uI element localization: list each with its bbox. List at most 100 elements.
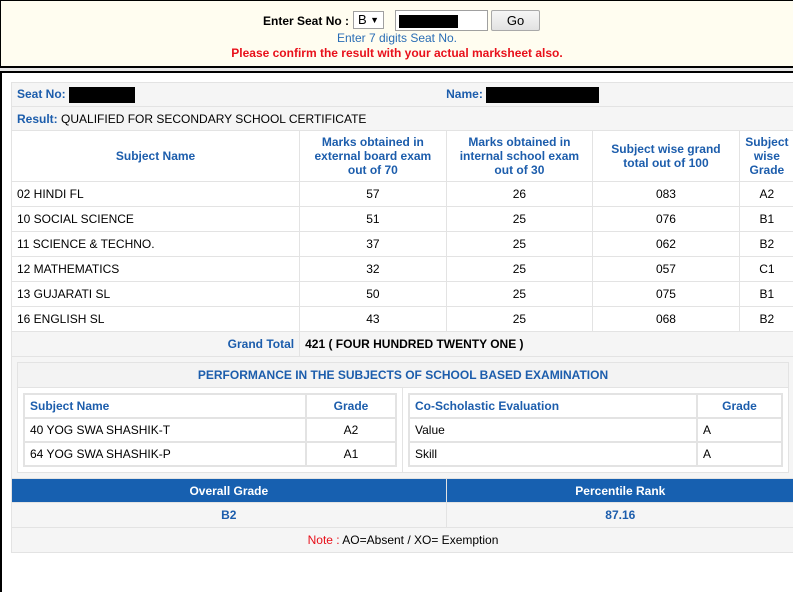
school-based-title: PERFORMANCE IN THE SUBJECTS OF SCHOOL BA… bbox=[18, 363, 788, 388]
grand-total-row: Grand Total 421 ( FOUR HUNDRED TWENTY ON… bbox=[10, 331, 793, 357]
header-grand-total: Subject wise grand total out of 100 bbox=[592, 130, 740, 182]
header-co-scholastic: Co-Scholastic Evaluation bbox=[408, 393, 698, 419]
subject-name: 02 HINDI FL bbox=[10, 181, 301, 207]
header-subject-grade: Subject wise Grade bbox=[738, 130, 793, 182]
subject-row: 16 ENGLISH SL 43 25 068 B2 bbox=[10, 306, 793, 332]
overall-grade-value: B2 bbox=[11, 502, 447, 528]
co-scholastic-name: Skill bbox=[408, 441, 698, 467]
marks-header-row: Subject Name Marks obtained in external … bbox=[10, 130, 793, 182]
seat-hint-text: Enter 7 digits Seat No. bbox=[336, 31, 458, 45]
subject-name: 12 MATHEMATICS bbox=[10, 256, 301, 282]
redacted-name-value bbox=[486, 86, 600, 103]
result-value: QUALIFIED FOR SECONDARY SCHOOL CERTIFICA… bbox=[61, 111, 367, 126]
percentile-rank-header: Percentile Rank bbox=[445, 478, 793, 503]
confirm-warning-text: Please confirm the result with your actu… bbox=[231, 46, 563, 60]
seat-search-panel: Enter Seat No : B ▼ Go Enter 7 digits Se… bbox=[0, 0, 793, 68]
subject-name: 10 SOCIAL SCIENCE bbox=[10, 206, 301, 232]
overall-value-row: B2 87.16 bbox=[11, 502, 793, 528]
total-marks: 083 bbox=[592, 181, 740, 207]
note-cell: Note : AO=Absent / XO= Exemption bbox=[11, 527, 793, 553]
co-scholastic-grade: A bbox=[696, 417, 783, 443]
school-subjects-header: Subject Name Grade bbox=[23, 393, 397, 419]
external-marks: 51 bbox=[299, 206, 447, 232]
seat-name-row: Seat No: Name: bbox=[11, 82, 793, 107]
seat-cell: Seat No: bbox=[11, 82, 447, 107]
percentile-rank-value: 87.16 bbox=[445, 502, 793, 528]
school-subjects-table: Subject Name Grade 40 YOG SWA SHASHIK-T … bbox=[23, 393, 397, 467]
subject-name: 16 ENGLISH SL bbox=[10, 306, 301, 332]
external-marks: 32 bbox=[299, 256, 447, 282]
co-scholastic-panel: Co-Scholastic Evaluation Grade Value A S… bbox=[403, 388, 788, 472]
co-scholastic-row: Value A bbox=[408, 417, 783, 443]
school-based-cell: PERFORMANCE IN THE SUBJECTS OF SCHOOL BA… bbox=[11, 356, 793, 479]
subject-name: 13 GUJARATI SL bbox=[10, 281, 301, 307]
header-school-grade: Grade bbox=[305, 393, 397, 419]
co-scholastic-name: Value bbox=[408, 417, 698, 443]
internal-marks: 25 bbox=[445, 306, 594, 332]
school-based-section: PERFORMANCE IN THE SUBJECTS OF SCHOOL BA… bbox=[17, 362, 789, 473]
total-marks: 068 bbox=[592, 306, 740, 332]
header-internal-marks: Marks obtained in internal school exam o… bbox=[445, 130, 594, 182]
name-label: Name: bbox=[446, 86, 483, 101]
seat-search-row: Enter Seat No : B ▼ Go bbox=[1, 10, 793, 32]
redacted-seat-number bbox=[399, 15, 458, 28]
subject-row: 10 SOCIAL SCIENCE 51 25 076 B1 bbox=[10, 206, 793, 232]
go-button[interactable]: Go bbox=[491, 10, 540, 31]
result-label: Result: bbox=[17, 111, 58, 126]
internal-marks: 25 bbox=[445, 281, 594, 307]
result-table: Seat No: Name: Result: QUALIFIED FOR SEC… bbox=[10, 82, 793, 553]
school-subject-row: 64 YOG SWA SHASHIK-P A1 bbox=[23, 441, 397, 467]
subject-grade: B1 bbox=[738, 206, 793, 232]
name-cell: Name: bbox=[446, 82, 793, 107]
internal-marks: 25 bbox=[445, 231, 594, 257]
school-based-tables: Subject Name Grade 40 YOG SWA SHASHIK-T … bbox=[18, 388, 788, 472]
school-subject-grade: A2 bbox=[305, 417, 397, 443]
subject-name: 11 SCIENCE & TECHNO. bbox=[10, 231, 301, 257]
co-scholastic-row: Skill A bbox=[408, 441, 783, 467]
subject-grade: C1 bbox=[738, 256, 793, 282]
dropdown-caret-icon: ▼ bbox=[370, 15, 379, 25]
co-scholastic-table: Co-Scholastic Evaluation Grade Value A S… bbox=[408, 393, 783, 467]
subject-grade: B2 bbox=[738, 306, 793, 332]
note-label: Note : bbox=[307, 533, 340, 547]
seat-series-select[interactable]: B ▼ bbox=[353, 11, 384, 29]
school-subject-row: 40 YOG SWA SHASHIK-T A2 bbox=[23, 417, 397, 443]
external-marks: 37 bbox=[299, 231, 447, 257]
subject-grade: B2 bbox=[738, 231, 793, 257]
header-co-grade: Grade bbox=[696, 393, 783, 419]
seat-label: Seat No: bbox=[17, 86, 66, 101]
subject-row: 11 SCIENCE & TECHNO. 37 25 062 B2 bbox=[10, 231, 793, 257]
total-marks: 062 bbox=[592, 231, 740, 257]
note-row: Note : AO=Absent / XO= Exemption bbox=[11, 527, 793, 553]
header-subject-name: Subject Name bbox=[10, 130, 301, 182]
external-marks: 57 bbox=[299, 181, 447, 207]
subject-grade: B1 bbox=[738, 281, 793, 307]
school-subject-grade: A1 bbox=[305, 441, 397, 467]
seat-series-value: B bbox=[358, 12, 367, 27]
subject-grade: A2 bbox=[738, 181, 793, 207]
external-marks: 50 bbox=[299, 281, 447, 307]
redacted-seat-value bbox=[69, 86, 136, 103]
co-scholastic-header: Co-Scholastic Evaluation Grade bbox=[408, 393, 783, 419]
school-subject-name: 40 YOG SWA SHASHIK-T bbox=[23, 417, 307, 443]
overall-grade-header: Overall Grade bbox=[11, 478, 447, 503]
header-external-marks: Marks obtained in external board exam ou… bbox=[299, 130, 447, 182]
grand-total-label: Grand Total bbox=[10, 331, 301, 357]
internal-marks: 25 bbox=[445, 206, 594, 232]
seat-number-input[interactable] bbox=[395, 10, 488, 31]
total-marks: 075 bbox=[592, 281, 740, 307]
external-marks: 43 bbox=[299, 306, 447, 332]
overall-header-row: Overall Grade Percentile Rank bbox=[11, 478, 793, 503]
school-subjects-panel: Subject Name Grade 40 YOG SWA SHASHIK-T … bbox=[18, 388, 403, 472]
total-marks: 076 bbox=[592, 206, 740, 232]
result-cell: Result: QUALIFIED FOR SECONDARY SCHOOL C… bbox=[11, 106, 793, 131]
grand-total-value: 421 ( FOUR HUNDRED TWENTY ONE ) bbox=[299, 331, 793, 357]
result-row: Result: QUALIFIED FOR SECONDARY SCHOOL C… bbox=[11, 106, 793, 131]
subject-row: 13 GUJARATI SL 50 25 075 B1 bbox=[10, 281, 793, 307]
internal-marks: 25 bbox=[445, 256, 594, 282]
header-school-subject: Subject Name bbox=[23, 393, 307, 419]
seat-number-label: Enter Seat No : bbox=[263, 14, 350, 28]
note-text: AO=Absent / XO= Exemption bbox=[339, 533, 499, 547]
co-scholastic-grade: A bbox=[696, 441, 783, 467]
result-panel: Seat No: Name: Result: QUALIFIED FOR SEC… bbox=[0, 73, 793, 592]
